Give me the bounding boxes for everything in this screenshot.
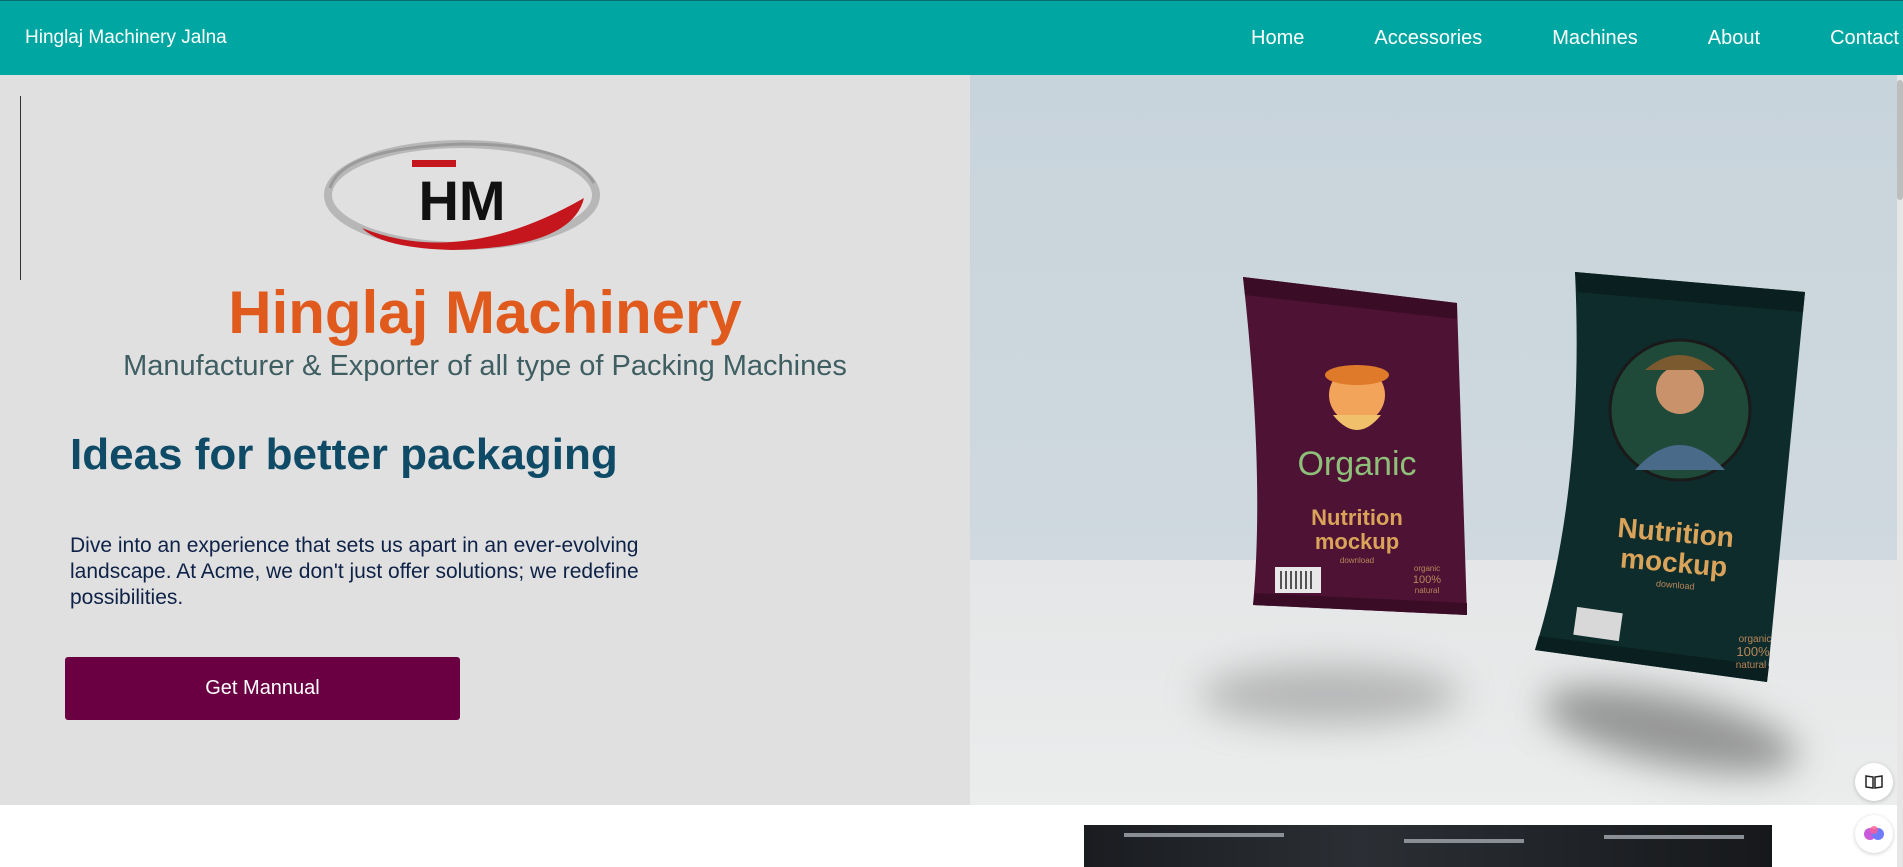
bag1-barcode xyxy=(1275,567,1321,593)
main-nav: Home Accessories Machines About Contact xyxy=(1251,27,1899,50)
bag1-badge3: natural xyxy=(1415,586,1440,595)
farmer-bag-image: Nutrition mockup download organic 100% n… xyxy=(1535,272,1805,682)
nav-home[interactable]: Home xyxy=(1251,27,1304,50)
assistant-button[interactable] xyxy=(1855,815,1893,853)
nav-accessories[interactable]: Accessories xyxy=(1374,27,1482,50)
brand-name[interactable]: Hinglaj Machinery Jalna xyxy=(25,27,227,49)
bag1-small: download xyxy=(1340,556,1374,565)
bag1-brand: Organic xyxy=(1297,445,1416,483)
hero-description: Dive into an experience that sets us apa… xyxy=(70,534,639,609)
factory-beam xyxy=(1124,833,1284,837)
bag1-badge2: 100% xyxy=(1413,574,1441,586)
reader-button[interactable] xyxy=(1855,763,1893,801)
nav-about[interactable]: About xyxy=(1708,27,1760,50)
factory-beam xyxy=(1404,839,1524,843)
bag1-badge1: organic xyxy=(1414,564,1440,573)
text-caret-line xyxy=(20,96,21,280)
book-icon xyxy=(1865,775,1883,789)
company-title: Hinglaj Machinery xyxy=(228,279,742,346)
bag2-badge3: natural xyxy=(1736,660,1767,671)
scrollbar-thumb[interactable] xyxy=(1897,80,1903,200)
organic-bag-image: Organic Nutrition mockup download organi… xyxy=(1243,277,1467,615)
bag1-line1: Nutrition xyxy=(1311,505,1403,530)
bag2-badge2: 100% xyxy=(1736,644,1770,659)
brain-icon xyxy=(1864,826,1884,840)
logo-text: HM xyxy=(418,169,505,232)
factory-beam xyxy=(1604,835,1744,839)
factory-image xyxy=(1084,825,1772,867)
get-manual-button[interactable]: Get Mannual xyxy=(65,657,460,720)
nav-machines[interactable]: Machines xyxy=(1552,27,1638,50)
hero-headline: Ideas for better packaging xyxy=(70,430,618,479)
hm-logo: HM xyxy=(322,138,602,253)
nav-contact[interactable]: Contact xyxy=(1830,27,1899,50)
bag-shadow xyxy=(1200,665,1460,725)
navbar: Hinglaj Machinery Jalna Home Accessories… xyxy=(0,0,1903,75)
company-subtitle: Manufacturer & Exporter of all type of P… xyxy=(123,350,847,382)
bag1-line2: mockup xyxy=(1315,529,1399,554)
hero-image: Organic Nutrition mockup download organi… xyxy=(970,75,1903,805)
